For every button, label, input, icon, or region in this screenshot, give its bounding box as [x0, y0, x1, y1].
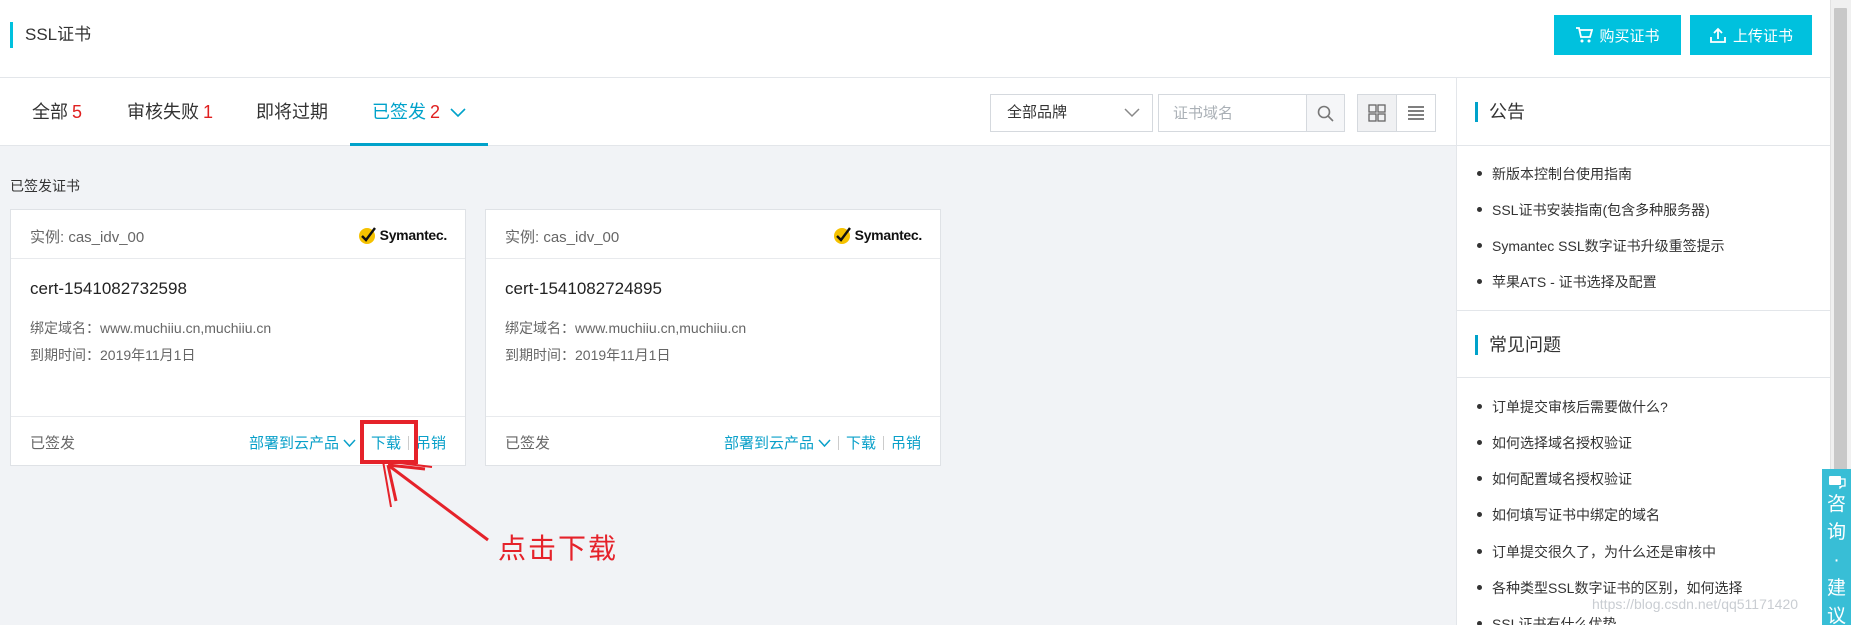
buy-certificate-button[interactable]: 购买证书 — [1554, 15, 1681, 55]
announcement-link[interactable]: Symantec SSL数字证书升级重签提示 — [1477, 236, 1725, 256]
buy-certificate-label: 购买证书 — [1599, 27, 1660, 45]
tab-expiring-label: 即将过期 — [256, 102, 328, 122]
right-sidebar: 公告 新版本控制台使用指南 SSL证书安装指南(包含多种服务器) Symante… — [1456, 78, 1831, 625]
scrollbar-thumb[interactable] — [1834, 8, 1847, 478]
cart-icon — [1576, 27, 1594, 43]
chevron-down-icon — [450, 108, 466, 118]
page-title: SSL证书 — [10, 22, 91, 48]
search-button[interactable] — [1306, 94, 1345, 132]
instance-id: 实例: cas_idv_00 — [30, 229, 145, 246]
divider — [882, 435, 884, 450]
cert-status: 已签发 — [505, 435, 551, 452]
list-view-button[interactable] — [1396, 94, 1436, 132]
chevron-down-icon — [1124, 108, 1140, 118]
bound-domains: 绑定域名：www.muchiiu.cn,muchiiu.cn — [505, 320, 747, 336]
divider — [1457, 145, 1831, 146]
deploy-label: 部署到云产品 — [723, 435, 814, 452]
brand-name: Symantec. — [379, 227, 448, 243]
section-title: 已签发证书 — [10, 178, 80, 194]
annotation-text: 点击下载 — [498, 532, 619, 565]
symantec-check-icon — [833, 227, 851, 244]
tab-issued-label: 已签发 — [372, 102, 426, 122]
tab-review-failed[interactable]: 审核失败 1 — [127, 78, 213, 146]
faq-link[interactable]: 如何选择域名授权验证 — [1477, 433, 1632, 453]
certificate-card: 实例: cas_idv_00 Symantec. cert-1541082724… — [485, 209, 941, 466]
active-tab-indicator — [350, 143, 489, 146]
card-header: 实例: cas_idv_00 Symantec. — [11, 210, 465, 259]
card-header: 实例: cas_idv_00 Symantec. — [486, 210, 940, 259]
faq-link[interactable]: SSL证书有什么优势 — [1477, 614, 1616, 625]
deploy-to-cloud-link[interactable]: 部署到云产品 — [724, 432, 831, 453]
expire-date: 到期时间：2019年11月1日 — [505, 347, 671, 363]
cert-status: 已签发 — [30, 435, 76, 452]
card-footer: 已签发 部署到云产品 下载 吊销 — [486, 416, 940, 465]
tab-review-failed-count: 1 — [203, 102, 214, 122]
tab-review-failed-label: 审核失败 — [127, 102, 199, 122]
cert-name: cert-1541082724895 — [505, 279, 662, 298]
card-actions: 部署到云产品 下载 吊销 — [724, 432, 921, 453]
upload-icon — [1710, 27, 1726, 43]
consult-feedback-button[interactable]: 咨询·建议 — [1822, 469, 1851, 625]
download-link[interactable]: 下载 — [846, 432, 876, 453]
announcement-title: 公告 — [1475, 102, 1525, 122]
brand-name: Symantec. — [854, 227, 923, 243]
brand-select[interactable]: 全部品牌 — [990, 94, 1153, 132]
faq-link[interactable]: 订单提交很久了，为什么还是审核中 — [1477, 542, 1716, 562]
list-icon — [1408, 106, 1424, 120]
deploy-label: 部署到云产品 — [248, 435, 339, 452]
expire-date: 到期时间：2019年11月1日 — [30, 347, 196, 363]
grid-view-button[interactable] — [1357, 94, 1397, 132]
announcement-link[interactable]: SSL证书安装指南(包含多种服务器) — [1477, 200, 1710, 220]
tab-all-label: 全部 — [32, 102, 68, 122]
faq-link[interactable]: 如何填写证书中绑定的域名 — [1477, 505, 1660, 525]
top-bar: SSL证书 购买证书 上传证书 — [0, 0, 1830, 78]
announcement-link[interactable]: 新版本控制台使用指南 — [1477, 164, 1632, 184]
grid-icon — [1368, 104, 1386, 122]
revoke-link[interactable]: 吊销 — [416, 432, 446, 453]
symantec-logo: Symantec. — [832, 225, 922, 245]
consult-feedback-label: 咨询·建议 — [1826, 494, 1846, 625]
faq-title: 常见问题 — [1475, 335, 1561, 355]
annotation-arrow-icon — [382, 460, 489, 542]
instance-id: 实例: cas_idv_00 — [505, 229, 620, 246]
chat-icon — [1828, 476, 1846, 489]
upload-certificate-label: 上传证书 — [1732, 27, 1793, 45]
cert-name: cert-1541082732598 — [30, 279, 187, 298]
watermark: https://blog.csdn.net/qq51171420 — [1592, 596, 1799, 612]
tab-issued-count: 2 — [430, 102, 441, 122]
deploy-to-cloud-link[interactable]: 部署到云产品 — [249, 432, 356, 453]
announcement-link[interactable]: 苹果ATS - 证书选择及配置 — [1477, 272, 1657, 292]
domain-search-input[interactable] — [1158, 94, 1306, 132]
bound-domains: 绑定域名：www.muchiiu.cn,muchiiu.cn — [30, 320, 272, 336]
symantec-logo: Symantec. — [357, 225, 447, 245]
tab-all[interactable]: 全部 5 — [32, 78, 82, 146]
divider — [1457, 377, 1831, 378]
faq-link[interactable]: 订单提交审核后需要做什么? — [1477, 397, 1668, 417]
upload-certificate-button[interactable]: 上传证书 — [1690, 15, 1812, 55]
faq-link[interactable]: 各种类型SSL数字证书的区别，如何选择 — [1477, 578, 1742, 598]
main-content: 全部5 审核失败1 即将过期 已签发2 全部品牌 已签发证书 — [0, 78, 1456, 625]
tab-all-count: 5 — [72, 102, 83, 122]
brand-select-value: 全部品牌 — [1007, 104, 1068, 121]
symantec-check-icon — [358, 227, 376, 244]
revoke-link[interactable]: 吊销 — [891, 432, 921, 453]
chevron-down-icon — [818, 439, 831, 448]
tab-issued[interactable]: 已签发 2 — [350, 78, 489, 146]
tabs-bar: 全部 5 审核失败 1 即将过期 已签发 2 全部品牌 — [0, 78, 1456, 146]
faq-link[interactable]: 如何配置域名授权验证 — [1477, 469, 1632, 489]
tab-expiring[interactable]: 即将过期 — [256, 78, 328, 146]
divider — [1457, 310, 1831, 311]
chevron-down-icon — [343, 439, 356, 448]
divider — [837, 435, 839, 450]
search-icon — [1317, 105, 1334, 122]
